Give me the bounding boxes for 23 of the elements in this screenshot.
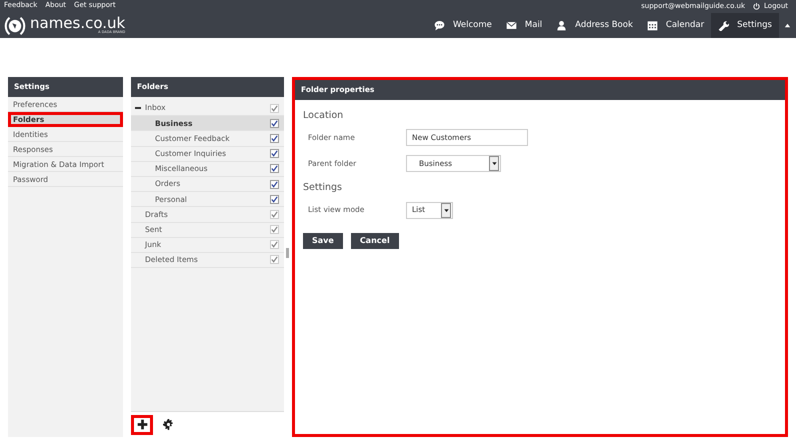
envelope-icon	[506, 20, 517, 31]
add-button[interactable]	[131, 414, 153, 434]
nav-tab[interactable]: Welcome	[427, 13, 499, 38]
nav-tab[interactable]: Mail	[498, 13, 550, 38]
caret-up-icon	[784, 22, 791, 29]
gear-icon	[162, 419, 174, 430]
form-button[interactable]: Save	[303, 232, 343, 248]
form-button[interactable]: Cancel	[350, 232, 399, 248]
section-heading: Location	[303, 109, 344, 123]
section-heading: Settings	[303, 181, 343, 196]
power-icon	[753, 2, 760, 10]
nav-tab[interactable]: Address Book	[549, 13, 640, 38]
nav-tab[interactable]: Calendar	[640, 13, 712, 38]
logo-text: names.co.uk	[30, 16, 126, 30]
chat-icon	[434, 20, 446, 31]
caret-down-icon	[444, 208, 448, 212]
person-icon	[556, 20, 568, 31]
caret-down-icon	[492, 161, 496, 166]
wrench-icon	[718, 20, 730, 31]
scrollbar-thumb[interactable]	[286, 248, 289, 258]
plus-icon	[136, 419, 148, 430]
nav-tab[interactable]: Settings	[711, 13, 779, 38]
calendar-icon	[646, 20, 658, 31]
